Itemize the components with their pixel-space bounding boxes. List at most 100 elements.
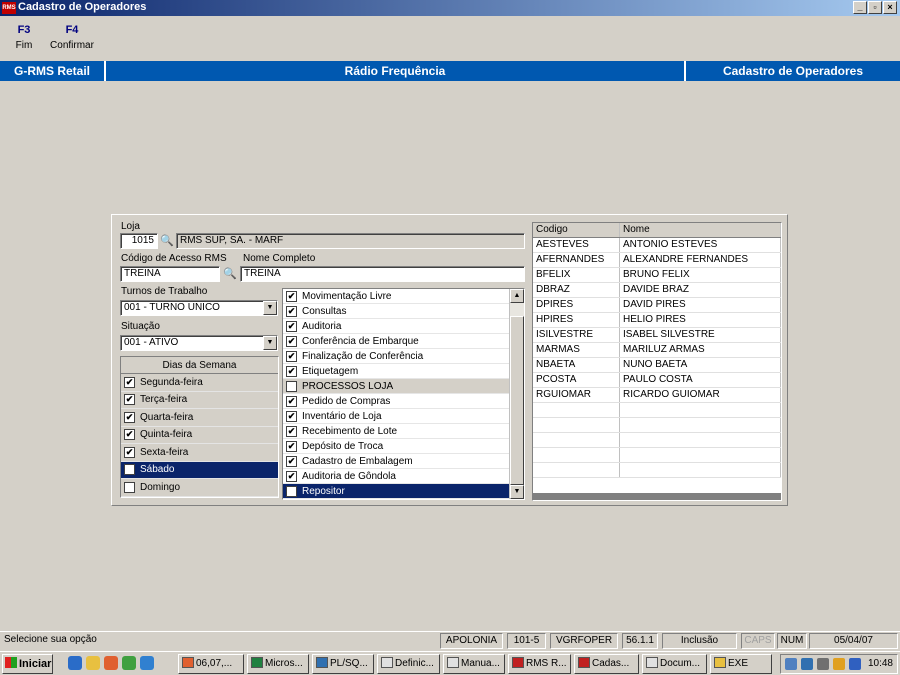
table-row[interactable] (533, 463, 781, 478)
turnos-select[interactable]: 001 - TURNO UNICO ▼ (120, 300, 278, 316)
table-row[interactable]: AESTEVES ANTONIO ESTEVES (533, 238, 781, 253)
checkbox[interactable]: ✔ (286, 320, 297, 332)
scroll-thumb[interactable] (510, 316, 524, 485)
nome-completo-input[interactable]: TREINA (240, 266, 525, 282)
checkbox[interactable]: ✔ (124, 429, 135, 441)
dia-checkbox-row[interactable]: ✔ Terça-feira (121, 392, 278, 409)
checkbox[interactable] (286, 380, 297, 392)
minimize-button[interactable]: _ (853, 1, 867, 14)
restore-button[interactable]: ▫ (868, 1, 882, 14)
table-row[interactable]: RGUIOMAR RICARDO GUIOMAR (533, 388, 781, 403)
ie-quicklaunch-icon[interactable] (68, 656, 82, 670)
checkbox[interactable]: ✔ (124, 446, 135, 458)
table-row[interactable]: BFELIX BRUNO FELIX (533, 268, 781, 283)
checkbox[interactable]: ✔ (124, 464, 135, 476)
taskbar-button[interactable]: RMS R... (508, 654, 571, 674)
checkbox[interactable]: ✔ (286, 305, 297, 317)
app-quicklaunch-icon[interactable] (104, 656, 118, 670)
table-row[interactable]: DBRAZ DAVIDE BRAZ (533, 283, 781, 298)
funcoes-listbox[interactable]: ✔ Movimentação Livre ✔ Consultas ✔ Auditoria ✔… (282, 288, 525, 500)
funcao-checkbox-row[interactable]: ✔ Repositor (283, 484, 509, 499)
scroll-down-icon[interactable]: ▼ (510, 485, 524, 499)
funcao-checkbox-row[interactable]: ✔ Depósito de Troca (283, 439, 509, 454)
f4-confirmar-button[interactable]: F4 Confirmar (48, 22, 96, 54)
binoculars-icon[interactable]: 🔍 (159, 234, 175, 248)
checkbox[interactable]: ✔ (286, 290, 297, 302)
funcoes-scrollbar[interactable]: ▲ ▼ (509, 289, 524, 499)
f3-fim-button[interactable]: F3 Fim (0, 22, 48, 54)
chevron-down-icon[interactable]: ▼ (263, 336, 277, 350)
checkbox[interactable]: ✔ (286, 335, 297, 347)
checkbox[interactable]: ✔ (286, 485, 297, 497)
checkbox[interactable]: ✔ (286, 410, 297, 422)
network-icon[interactable] (785, 658, 797, 670)
dia-checkbox-row[interactable]: Domingo (121, 479, 278, 497)
table-row[interactable]: NBAETA NUNO BAETA (533, 358, 781, 373)
codigo-column-header[interactable]: Codigo (533, 223, 620, 237)
app-quicklaunch-icon[interactable] (122, 656, 136, 670)
checkbox[interactable]: ✔ (286, 440, 297, 452)
tray-app-icon[interactable] (849, 658, 861, 670)
funcao-checkbox-row[interactable]: ✔ Inventário de Loja (283, 409, 509, 424)
checkbox[interactable]: ✔ (124, 376, 135, 388)
checkbox[interactable]: ✔ (286, 470, 297, 482)
tray-app-icon[interactable] (817, 658, 829, 670)
situacao-select[interactable]: 001 - ATIVO ▼ (120, 335, 278, 351)
checkbox[interactable]: ✔ (124, 411, 135, 423)
grid-horizontal-scrollbar[interactable] (533, 493, 781, 500)
dia-checkbox-row[interactable]: ✔ Segunda-feira (121, 374, 278, 392)
dia-checkbox-row[interactable]: ✔ Quarta-feira (121, 409, 278, 427)
taskbar-button[interactable]: Docum... (642, 654, 707, 674)
nome-column-header[interactable]: Nome (620, 223, 781, 237)
funcao-checkbox-row[interactable]: PROCESSOS LOJA (283, 379, 509, 394)
funcao-checkbox-row[interactable]: ✔ Cadastro de Embalagem (283, 454, 509, 469)
scroll-up-icon[interactable]: ▲ (510, 289, 524, 303)
taskbar-button[interactable]: Cadas... (574, 654, 639, 674)
table-row[interactable]: AFERNANDES ALEXANDRE FERNANDES (533, 253, 781, 268)
funcao-checkbox-row[interactable]: ✔ Consultas (283, 304, 509, 319)
taskbar-button[interactable]: EXE (710, 654, 772, 674)
app-quicklaunch-icon[interactable] (140, 656, 154, 670)
table-row[interactable]: PCOSTA PAULO COSTA (533, 373, 781, 388)
table-row[interactable] (533, 433, 781, 448)
funcao-checkbox-row[interactable]: ✔ Finalização de Conferência (283, 349, 509, 364)
binoculars-icon[interactable]: 🔍 (222, 267, 238, 281)
tray-app-icon[interactable] (801, 658, 813, 670)
close-button[interactable]: × (883, 1, 897, 14)
loja-code-input[interactable]: 1015 (120, 233, 158, 249)
funcao-checkbox-row[interactable]: ✔ Auditoria (283, 319, 509, 334)
funcao-checkbox-row[interactable]: ✔ Recebimento de Lote (283, 424, 509, 439)
table-row[interactable]: MARMAS MARILUZ ARMAS (533, 343, 781, 358)
funcao-checkbox-row[interactable]: ✔ Etiquetagem (283, 364, 509, 379)
dia-checkbox-row[interactable]: ✔ Quinta-feira (121, 427, 278, 444)
table-row[interactable]: HPIRES HELIO PIRES (533, 313, 781, 328)
checkbox[interactable]: ✔ (286, 365, 297, 377)
folder-quicklaunch-icon[interactable] (86, 656, 100, 670)
taskbar-button[interactable]: Manua... (443, 654, 505, 674)
dia-checkbox-row[interactable]: ✔ Sábado (121, 461, 278, 479)
taskbar-button[interactable]: Definic... (377, 654, 440, 674)
dia-checkbox-row[interactable]: ✔ Sexta-feira (121, 444, 278, 462)
table-row[interactable]: DPIRES DAVID PIRES (533, 298, 781, 313)
start-button[interactable]: Iniciar (2, 654, 53, 674)
funcao-checkbox-row[interactable]: ✔ Auditoria de Gôndola (283, 469, 509, 484)
codigo-acesso-input[interactable]: TREINA (120, 266, 220, 282)
table-row[interactable] (533, 403, 781, 418)
funcao-checkbox-row[interactable]: ✔ Pedido de Compras (283, 394, 509, 409)
table-row[interactable] (533, 448, 781, 463)
checkbox[interactable]: ✔ (124, 394, 135, 406)
table-row[interactable] (533, 418, 781, 433)
chevron-down-icon[interactable]: ▼ (263, 301, 277, 315)
tray-app-icon[interactable] (833, 658, 845, 670)
checkbox[interactable] (124, 481, 135, 493)
table-row[interactable]: ISILVESTRE ISABEL SILVESTRE (533, 328, 781, 343)
funcao-checkbox-row[interactable]: ✔ Movimentação Livre (283, 289, 509, 304)
checkbox[interactable]: ✔ (286, 395, 297, 407)
taskbar-button[interactable]: 06,07,... (178, 654, 244, 674)
checkbox[interactable]: ✔ (286, 425, 297, 437)
funcao-checkbox-row[interactable]: ✔ Conferência de Embarque (283, 334, 509, 349)
checkbox[interactable]: ✔ (286, 455, 297, 467)
checkbox[interactable]: ✔ (286, 350, 297, 362)
taskbar-button[interactable]: Micros... (247, 654, 309, 674)
taskbar-button[interactable]: PL/SQ... (312, 654, 374, 674)
